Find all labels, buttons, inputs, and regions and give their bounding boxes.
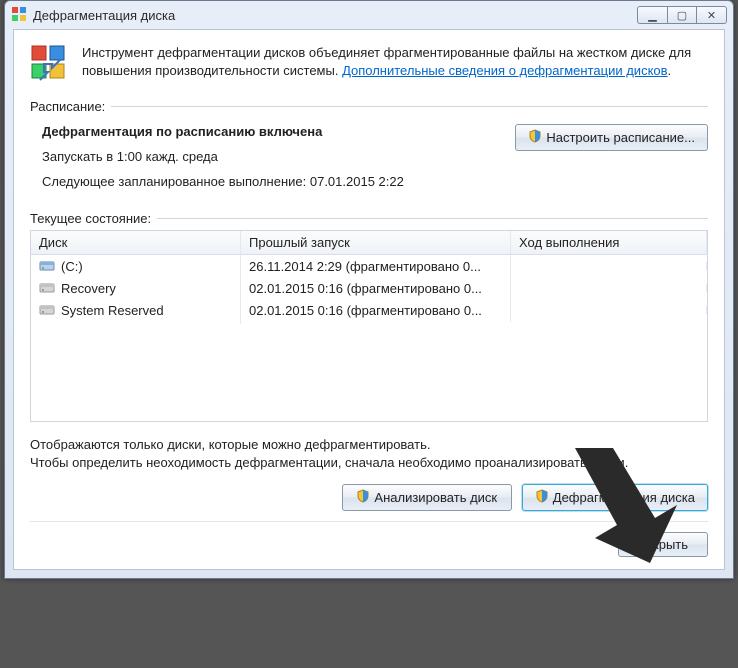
schedule-enabled-text: Дефрагментация по расписанию включена [42, 124, 507, 139]
window-title: Дефрагментация диска [33, 8, 175, 23]
table-header: Диск Прошлый запуск Ход выполнения [31, 231, 707, 255]
defragment-disk-label: Дефрагментация диска [553, 490, 695, 505]
disk-last-run: 26.11.2014 2:29 (фрагментировано 0... [241, 255, 511, 278]
schedule-section-label: Расписание: [30, 99, 708, 114]
table-body: (C:) 26.11.2014 2:29 (фрагментировано 0.… [31, 255, 707, 321]
footer-note: Отображаются только диски, которые можно… [30, 436, 708, 472]
schedule-box: Дефрагментация по расписанию включена За… [30, 118, 708, 205]
disk-progress [511, 284, 707, 292]
schedule-run-text: Запускать в 1:00 кажд. среда [42, 149, 507, 164]
col-last-header[interactable]: Прошлый запуск [241, 231, 511, 254]
disk-name: (C:) [61, 259, 83, 274]
maximize-button[interactable]: ▢ [667, 6, 697, 24]
intro-text: Инструмент дефрагментации дисков объедин… [82, 44, 708, 79]
state-section-label: Текущее состояние: [30, 211, 708, 226]
defrag-app-icon [11, 6, 27, 25]
footer-line2a: Чтобы определить неоходимость дефрагмент… [30, 455, 475, 470]
close-row: Закрыть [30, 521, 708, 557]
schedule-next-text: Следующее запланированное выполнение: 07… [42, 174, 507, 189]
learn-more-link[interactable]: Дополнительные сведения о дефрагментации… [342, 63, 667, 78]
drive-icon [39, 301, 55, 320]
schedule-info: Дефрагментация по расписанию включена За… [42, 124, 507, 199]
disk-last-run: 02.01.2015 0:16 (фрагментировано 0... [241, 299, 511, 322]
window-close-button[interactable]: ✕ [697, 6, 727, 24]
client-area: Инструмент дефрагментации дисков объедин… [13, 29, 725, 570]
defrag-icon [30, 44, 70, 87]
disk-progress [511, 306, 707, 314]
disk-table: Диск Прошлый запуск Ход выполнения (C:) … [30, 230, 708, 422]
col-disk-header[interactable]: Диск [31, 231, 241, 254]
intro-text-period: . [668, 63, 672, 78]
titlebar[interactable]: Дефрагментация диска ▁ ▢ ✕ [5, 1, 733, 29]
schedule-label-text: Расписание: [30, 99, 105, 114]
drive-icon [39, 279, 55, 298]
disk-name: Recovery [61, 281, 116, 296]
table-row[interactable]: System Reserved 02.01.2015 0:16 (фрагмен… [31, 299, 707, 321]
disk-progress [511, 262, 707, 270]
footer-line1: Отображаются только диски, которые можно… [30, 436, 708, 454]
close-button[interactable]: Закрыть [618, 532, 708, 557]
analyze-disk-label: Анализировать диск [374, 490, 497, 505]
window-controls: ▁ ▢ ✕ [637, 6, 727, 24]
drive-icon [39, 257, 55, 276]
configure-schedule-button[interactable]: Настроить расписание... [515, 124, 708, 151]
disk-name: System Reserved [61, 303, 164, 318]
col-progress-header[interactable]: Ход выполнения [511, 231, 707, 254]
intro-section: Инструмент дефрагментации дисков объедин… [30, 44, 708, 87]
disk-defrag-window: Дефрагментация диска ▁ ▢ ✕ Инструмент де… [4, 0, 734, 579]
shield-icon [356, 489, 370, 506]
action-buttons: Анализировать диск Дефрагментация диска [30, 480, 708, 521]
close-button-label: Закрыть [638, 537, 688, 552]
disk-last-run: 02.01.2015 0:16 (фрагментировано 0... [241, 277, 511, 300]
divider [111, 106, 708, 107]
shield-icon [535, 489, 549, 506]
analyze-disk-button[interactable]: Анализировать диск [342, 484, 512, 511]
state-label-text: Текущее состояние: [30, 211, 151, 226]
configure-schedule-label: Настроить расписание... [546, 130, 695, 145]
footer-line2b: проанализировать диски. [475, 455, 629, 470]
divider [157, 218, 708, 219]
defragment-disk-button[interactable]: Дефрагментация диска [522, 484, 708, 511]
minimize-button[interactable]: ▁ [637, 6, 667, 24]
shield-icon [528, 129, 542, 146]
